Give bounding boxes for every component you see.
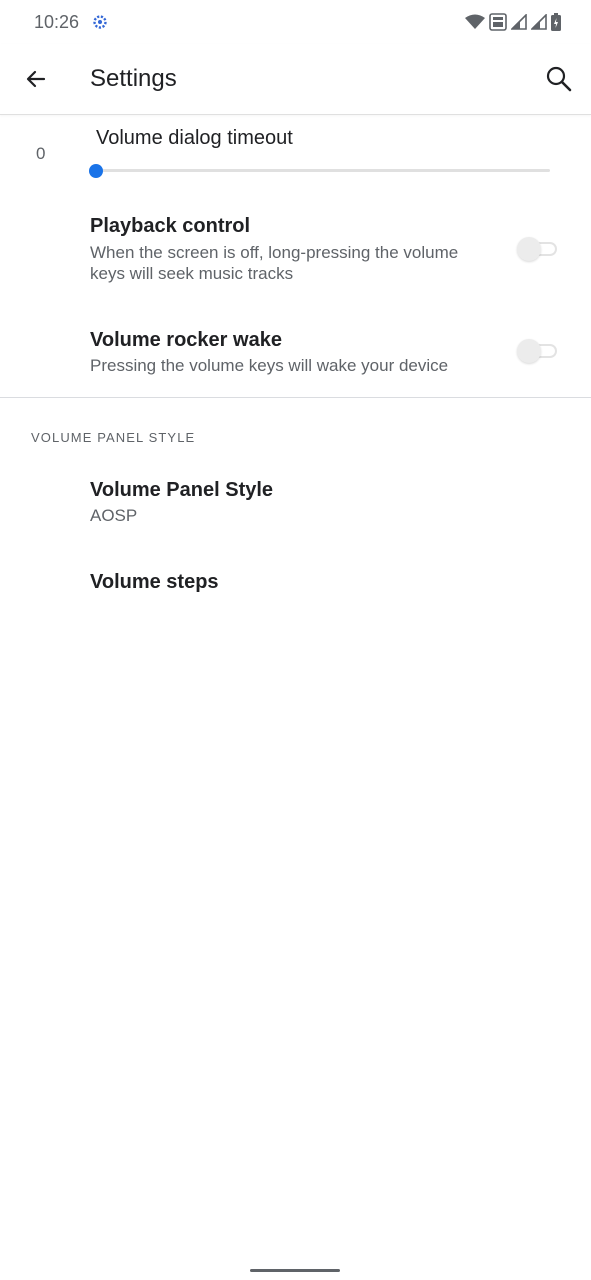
volume-steps-title: Volume steps xyxy=(90,571,219,593)
gesture-nav-handle[interactable] xyxy=(250,1269,340,1272)
search-icon xyxy=(546,66,572,92)
playback-control-summary: When the screen is off, long-pressing th… xyxy=(90,243,459,283)
playback-control-preference[interactable]: Playback control When the screen is off,… xyxy=(0,200,591,296)
section-divider xyxy=(0,397,591,398)
search-button[interactable] xyxy=(541,61,577,97)
signal-icon-2 xyxy=(531,14,547,30)
app-bar: Settings xyxy=(0,44,591,115)
slider-value: 0 xyxy=(36,144,46,163)
slider-title: Volume dialog timeout xyxy=(96,127,293,149)
volume-rocker-wake-switch[interactable] xyxy=(517,339,557,363)
switch-thumb xyxy=(517,339,541,363)
battery-icon xyxy=(551,13,561,31)
volume-panel-style-preference[interactable]: Volume Panel Style AOSP xyxy=(0,462,591,540)
wifi-icon xyxy=(465,14,485,29)
volume-rocker-wake-preference[interactable]: Volume rocker wake Pressing the volume k… xyxy=(0,310,591,392)
volume-rocker-wake-title: Volume rocker wake xyxy=(90,329,282,351)
back-button[interactable] xyxy=(18,61,54,97)
page-title: Settings xyxy=(90,65,177,92)
status-icons xyxy=(465,12,561,32)
playback-control-switch[interactable] xyxy=(517,237,557,261)
signal-icon xyxy=(511,14,527,30)
volume-panel-style-summary: AOSP xyxy=(90,506,138,525)
settings-gear-icon xyxy=(93,15,107,29)
status-bar: 10:26 xyxy=(0,0,591,44)
playback-control-title: Playback control xyxy=(90,215,251,237)
volume-steps-preference[interactable]: Volume steps xyxy=(0,548,591,618)
volume-timeout-slider[interactable] xyxy=(96,169,550,172)
volte-icon xyxy=(489,13,507,31)
slider-thumb[interactable] xyxy=(89,164,103,178)
status-time: 10:26 xyxy=(34,12,80,32)
volume-panel-style-title: Volume Panel Style xyxy=(90,479,274,501)
switch-thumb xyxy=(517,237,541,261)
arrow-back-icon xyxy=(26,70,46,88)
volume-rocker-wake-summary: Pressing the volume keys will wake your … xyxy=(90,356,449,375)
section-header: VOLUME PANEL STYLE xyxy=(31,430,196,445)
